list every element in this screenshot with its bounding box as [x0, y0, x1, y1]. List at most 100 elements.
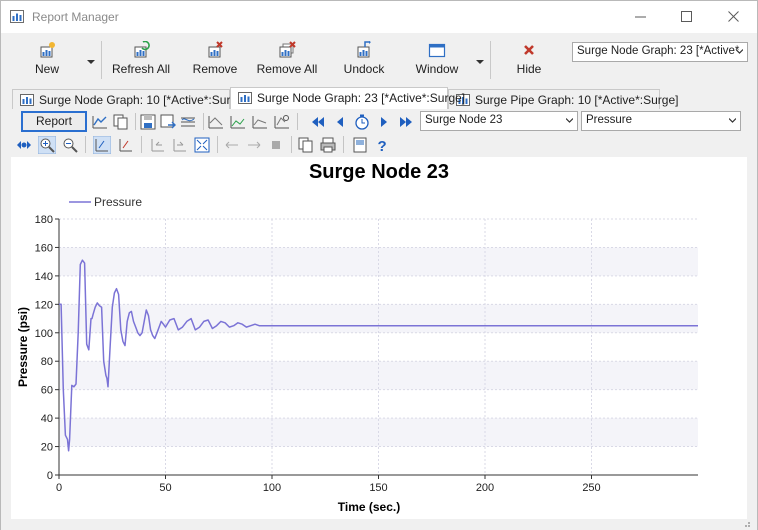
report-manager-window: Report Manager New Refresh All Remove Re… [0, 0, 758, 530]
maximize-button[interactable] [664, 1, 708, 32]
minimize-button[interactable] [618, 1, 662, 32]
refresh-all-button[interactable]: Refresh All [112, 41, 170, 83]
y-tick-label: 0 [47, 470, 53, 482]
tab-surge-node-graph-23[interactable]: Surge Node Graph: 23 [*Active*:Surge] [230, 87, 465, 109]
y-tick-label: 120 [35, 299, 53, 311]
chevron-down-icon [566, 118, 573, 123]
resize-grip-icon[interactable] [743, 520, 751, 528]
window-label: Window [415, 62, 459, 76]
parameter-select[interactable]: Pressure [581, 111, 741, 131]
remove-all-icon [279, 41, 296, 58]
undo-zoom-icon[interactable] [149, 136, 167, 154]
remove-button[interactable]: Remove [191, 41, 239, 83]
graph-select[interactable]: Surge Node Graph: 23 [*Active* [572, 42, 748, 62]
x-tick-label: 200 [476, 482, 494, 494]
svg-text:?: ? [378, 138, 387, 154]
chart-legend: Pressure [69, 195, 142, 209]
graph-toolbar-secondary: ? [11, 133, 747, 157]
remove-icon [208, 41, 223, 58]
previous-frame-icon[interactable] [331, 113, 349, 131]
new-document-icon [40, 42, 55, 58]
report-manager-app-icon [10, 10, 24, 23]
toolbar-separator [343, 136, 344, 153]
copy-to-clipboard-icon[interactable] [297, 136, 315, 154]
hide-label: Hide [516, 62, 542, 76]
step-forward-icon[interactable] [245, 136, 263, 154]
minimize-icon [634, 16, 646, 18]
ribbon-separator [101, 41, 102, 79]
title-bar[interactable]: Report Manager [1, 1, 757, 33]
fit-to-window-icon[interactable] [193, 136, 211, 154]
remove-all-label: Remove All [256, 62, 318, 76]
y-tick-label: 60 [41, 385, 53, 397]
status-strip [1, 520, 757, 530]
tab-surge-node-graph-10[interactable]: Surge Node Graph: 10 [*Active*:Surge] [12, 89, 247, 109]
graph-select-value: Surge Node Graph: 23 [*Active* [577, 45, 740, 57]
chart-area-icon[interactable] [229, 113, 247, 131]
report-tabs: Surge Node Graph: 10 [*Active*:Surge] Su… [1, 87, 757, 109]
next-frame-icon[interactable] [375, 113, 393, 131]
undock-button[interactable]: Undock [341, 41, 387, 83]
print-icon[interactable] [319, 136, 337, 154]
save-icon[interactable] [139, 113, 157, 131]
undock-label: Undock [343, 62, 385, 76]
series-options-icon[interactable] [179, 113, 197, 131]
x-tick-label: 150 [369, 482, 387, 494]
axis-scale-icon[interactable] [93, 136, 111, 154]
window-dropdown-arrow[interactable] [476, 60, 484, 64]
toolbar-separator [297, 113, 298, 130]
chart-series-icon[interactable] [91, 113, 109, 131]
close-window-button[interactable] [711, 1, 755, 32]
tab-surge-pipe-graph-10[interactable]: Surge Pipe Graph: 10 [*Active*:Surge] [448, 89, 678, 109]
timer-icon[interactable] [353, 113, 371, 131]
element-select-value: Surge Node 23 [425, 114, 503, 126]
step-back-icon[interactable] [223, 136, 241, 154]
export-icon[interactable] [159, 113, 177, 131]
new-dropdown-arrow[interactable] [87, 60, 95, 64]
chart-settings-icon[interactable] [273, 113, 291, 131]
remove-all-button[interactable]: Remove All [256, 41, 318, 83]
close-icon [524, 45, 534, 55]
stop-icon[interactable] [267, 136, 285, 154]
x-tick-label: 50 [159, 482, 171, 494]
axis-reset-icon[interactable] [117, 136, 135, 154]
y-tick-label: 140 [35, 271, 53, 283]
ribbon-separator [490, 41, 491, 79]
new-label: New [34, 62, 59, 76]
maximize-icon [680, 11, 692, 22]
toolbar-separator [135, 113, 136, 130]
y-tick-label: 20 [41, 442, 53, 454]
window-button[interactable]: Window [414, 41, 460, 83]
element-select[interactable]: Surge Node 23 [420, 111, 578, 131]
toolbar-separator [217, 136, 218, 153]
chart-compare-icon[interactable] [251, 113, 269, 131]
new-button[interactable]: New [27, 41, 67, 83]
redo-zoom-icon[interactable] [171, 136, 189, 154]
hide-button[interactable]: Hide [511, 41, 547, 83]
parameter-select-value: Pressure [586, 114, 633, 126]
pan-icon[interactable] [15, 136, 33, 154]
refresh-icon [134, 41, 150, 58]
last-frame-icon[interactable] [397, 113, 415, 131]
x-tick-label: 0 [56, 482, 62, 494]
help-icon[interactable]: ? [373, 136, 391, 154]
close-icon [727, 11, 739, 22]
copy-icon[interactable] [112, 113, 130, 131]
zoom-in-icon[interactable] [38, 136, 56, 154]
tab-label: Surge Node Graph: 10 [*Active*:Surge] [39, 93, 248, 107]
zoom-out-icon[interactable] [61, 136, 79, 154]
window-title: Report Manager [32, 10, 119, 24]
x-axis-label: Time (sec.) [338, 500, 400, 514]
report-button[interactable]: Report [21, 111, 87, 132]
pressure-chart: Surge Node 23 Pressure 0 20 40 60 80 100 120 14… [16, 161, 698, 514]
y-tick-label: 160 [35, 242, 53, 254]
first-frame-icon[interactable] [309, 113, 327, 131]
x-tick-label: 250 [582, 482, 600, 494]
graph-tab-icon [238, 92, 252, 104]
y-tick-label: 100 [35, 328, 53, 340]
tab-label: Surge Node Graph: 23 [*Active*:Surge] [257, 91, 466, 105]
properties-icon[interactable] [351, 136, 369, 154]
chevron-down-icon [736, 49, 743, 54]
y-tick-label: 180 [35, 214, 53, 226]
chart-line-icon[interactable] [207, 113, 225, 131]
